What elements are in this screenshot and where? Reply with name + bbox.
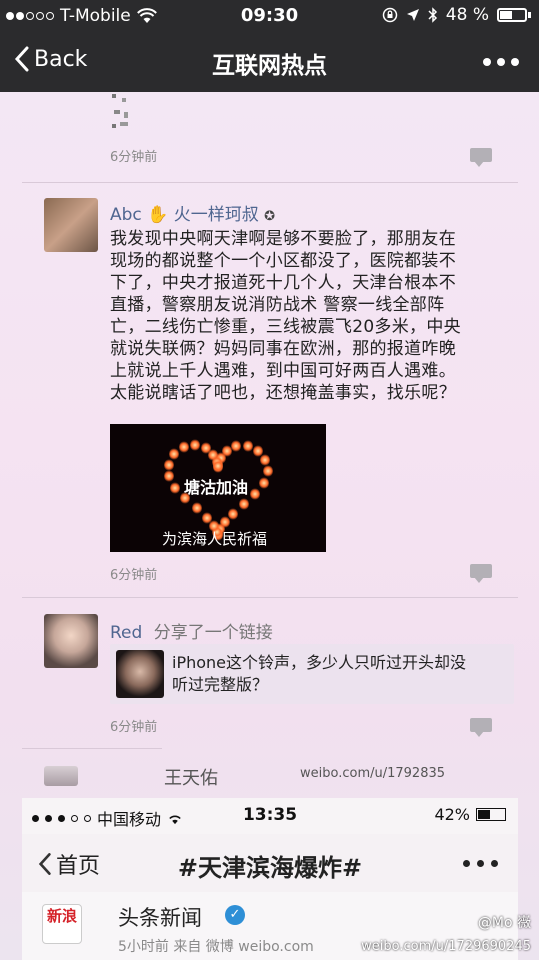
heart-center-text: 塘沽加油 (184, 478, 249, 497)
avatar[interactable] (44, 766, 78, 786)
inner-battery-percent: 42% (434, 805, 470, 824)
post-text: 我发现中央啊天津啊是够不要脸了，那朋友在 现场的都说整个一个小区都没了，医院都装… (110, 229, 461, 403)
post-time: 6分钟前 (110, 720, 158, 735)
candle-flame (239, 498, 250, 511)
watermark-user: @Mo 嶶 (477, 915, 531, 931)
account-name[interactable]: 头条新闻 (118, 902, 202, 932)
battery-tip (528, 12, 531, 18)
shared-screenshot: 6分钟前 Abc ✋ 火一样珂叔 ✪ 我发现中央啊天津啊是够不要脸了，那朋友在 … (0, 92, 539, 960)
inner-status-bar: 中国移动 13:35 42% (22, 798, 518, 834)
divider (22, 182, 518, 183)
bluetooth-icon (428, 7, 437, 23)
link-title: iPhone这个铃声，多少人只听过开头却没 听过完整版？ (172, 653, 467, 694)
share-header: Red 分享了一个链接 (110, 618, 273, 643)
avatar[interactable] (44, 614, 98, 668)
rotation-lock-icon (382, 7, 398, 23)
battery-percent: 48 % (445, 5, 489, 25)
location-arrow-icon (406, 9, 419, 21)
flag-icon: ✪ (264, 209, 276, 224)
user-name[interactable]: 王天佑 (164, 764, 218, 790)
inner-more-button[interactable] (463, 860, 498, 867)
divider (22, 748, 162, 749)
candle-flame (250, 488, 261, 501)
watermark-url: weibo.com/u/1729690245 (361, 939, 531, 954)
user-name[interactable]: Red (110, 623, 142, 643)
share-action: 分享了一个链接 (153, 623, 273, 643)
sina-logo: 新浪 (42, 904, 82, 944)
image-watermark: weibo.com/u/1792835 (300, 766, 446, 781)
post-meta: 5小时前 来自 微博 weibo.com (118, 939, 314, 955)
comment-icon[interactable] (470, 564, 492, 583)
comment-icon[interactable] (470, 718, 492, 737)
status-bar: T-Mobile 09:30 48 % (0, 0, 539, 32)
post-time: 6分钟前 (110, 150, 158, 165)
battery-icon (476, 808, 506, 821)
previous-post-thumbnail (112, 94, 128, 128)
emoji-icon: ✋ (147, 205, 169, 225)
candle-flame (178, 441, 189, 454)
inner-page-title: #天津滨海爆炸# (177, 854, 363, 882)
link-thumbnail (116, 650, 164, 698)
candle-flame (260, 453, 271, 466)
candle-flame (163, 458, 174, 471)
page-title: 互联网热点 (212, 53, 327, 79)
more-options-button[interactable] (483, 58, 519, 66)
nav-bar: Back 互联网热点 (0, 32, 539, 92)
verified-icon: ✓ (225, 905, 245, 925)
candle-flame (228, 507, 239, 520)
avatar[interactable] (44, 198, 98, 252)
candle-heart-image[interactable]: 塘沽加油 为滨海人民祈福 (110, 424, 326, 552)
inner-nav-bar: 首页 #天津滨海爆炸# (22, 834, 518, 892)
candle-flame (212, 460, 223, 473)
candle-flame (170, 481, 181, 494)
candle-flame (258, 477, 269, 490)
candle-flame (191, 502, 202, 515)
candle-flame (242, 439, 253, 452)
candle-flame (169, 448, 180, 461)
image-caption: 为滨海人民祈福 (162, 530, 268, 548)
divider (22, 597, 518, 598)
candle-flame (201, 511, 212, 524)
candle-flame (190, 439, 201, 452)
candle-flame (164, 470, 175, 483)
candle-flame (262, 465, 273, 478)
user-name[interactable]: Abc ✋ 火一样珂叔 ✪ (110, 200, 275, 225)
comment-icon[interactable] (470, 148, 492, 167)
shared-link-card[interactable]: iPhone这个铃声，多少人只听过开头却没 听过完整版？ (110, 644, 514, 704)
post-time: 6分钟前 (110, 568, 158, 583)
candle-flame (231, 439, 242, 452)
battery-icon (497, 8, 527, 22)
